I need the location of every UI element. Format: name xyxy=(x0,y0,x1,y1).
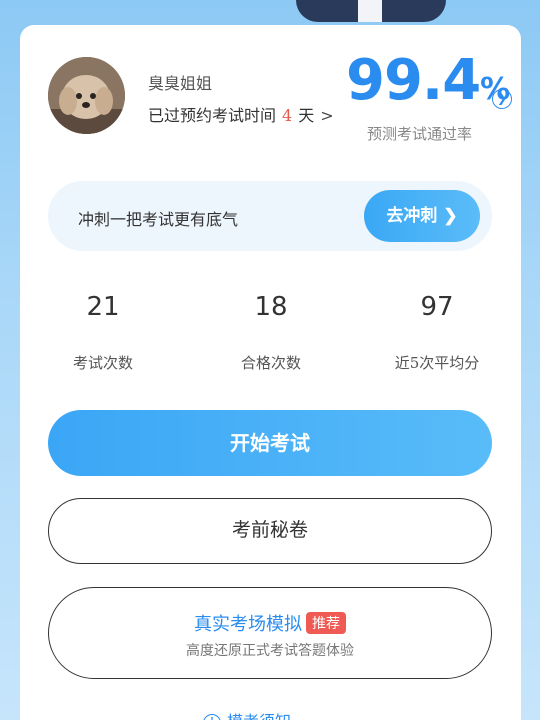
stat-label: 近5次平均分 xyxy=(394,354,480,372)
pass-rate-value: 99.4% xyxy=(346,48,510,113)
stat-average-score: 97 近5次平均分 xyxy=(372,292,502,373)
chevron-circle-icon[interactable]: ❯ xyxy=(492,89,512,109)
stat-label: 合格次数 xyxy=(240,354,301,372)
dog-avatar-image xyxy=(48,57,125,134)
exam-notice-link[interactable]: ! 模考须知 xyxy=(203,708,291,720)
info-icon: ! xyxy=(203,714,221,720)
stat-pass-count: 18 合格次数 xyxy=(206,292,336,373)
pass-rate-number: 99.4 xyxy=(346,48,481,113)
header-photo xyxy=(296,0,446,22)
exam-days-status[interactable]: 已过预约考试时间 4 天 > xyxy=(148,102,334,126)
stat-label: 考试次数 xyxy=(72,354,133,372)
sprint-button[interactable]: 去冲刺 ❯ xyxy=(364,190,480,242)
avatar[interactable] xyxy=(48,57,125,134)
stat-value: 97 xyxy=(420,292,454,322)
exam-days-prefix: 已过预约考试时间 xyxy=(148,106,277,125)
recommend-badge: 推荐 xyxy=(306,612,346,634)
exam-notice-label: 模考须知 xyxy=(227,712,291,720)
stat-value: 18 xyxy=(254,292,288,322)
exam-days-suffix: 天 xyxy=(298,106,315,125)
start-exam-button[interactable]: 开始考试 xyxy=(48,410,492,476)
pass-rate-label: 预测考试通过率 xyxy=(367,125,473,143)
sprint-text: 冲刺一把考试更有底气 xyxy=(78,210,239,229)
stat-exam-count: 21 考试次数 xyxy=(38,292,168,373)
username: 臭臭姐姐 xyxy=(148,74,213,93)
stat-value: 21 xyxy=(86,292,120,322)
chevron-right-icon: > xyxy=(320,106,334,125)
pre-exam-secret-button[interactable]: 考前秘卷 xyxy=(48,498,492,564)
simulation-title: 真实考场模拟 xyxy=(194,614,302,635)
real-exam-simulation-button[interactable]: 真实考场模拟 推荐 高度还原正式考试答题体验 xyxy=(48,587,492,679)
simulation-title-row: 真实考场模拟 推荐 xyxy=(49,610,491,636)
sprint-banner: 冲刺一把考试更有底气 去冲刺 ❯ xyxy=(48,181,492,251)
exam-days-number: 4 xyxy=(282,106,293,125)
simulation-subtitle: 高度还原正式考试答题体验 xyxy=(186,643,354,659)
